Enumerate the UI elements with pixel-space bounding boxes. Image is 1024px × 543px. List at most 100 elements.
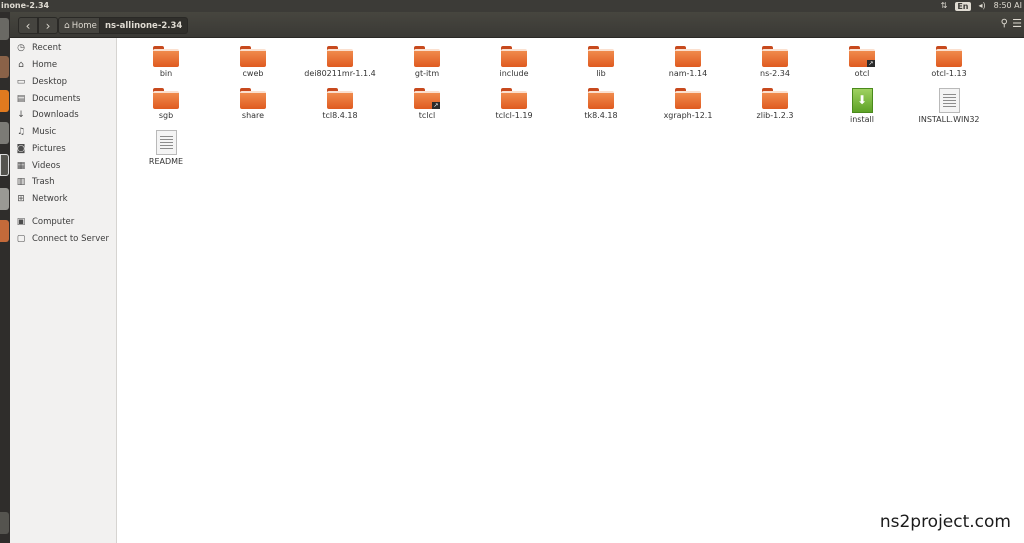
launcher-item-app[interactable] <box>0 188 9 210</box>
file-item-tk8-4-18[interactable]: tk8.4.18 <box>556 88 646 120</box>
clock-time[interactable]: 8:50 AI <box>994 0 1022 12</box>
file-name: tcl8.4.18 <box>322 111 358 120</box>
folder-icon <box>501 46 527 67</box>
sidebar-item-label: Trash <box>32 177 55 187</box>
file-item-lib[interactable]: lib <box>556 46 646 78</box>
folder-icon <box>762 88 788 109</box>
keyboard-layout-indicator[interactable]: En <box>955 1 971 11</box>
folder-icon <box>675 88 701 109</box>
file-name: INSTALL.WIN32 <box>918 115 980 124</box>
server-icon: ▢ <box>16 234 26 244</box>
file-item-readme[interactable]: README <box>121 130 211 166</box>
launcher-item-dash[interactable] <box>0 18 9 40</box>
computer-icon: ▣ <box>16 217 26 227</box>
file-item-install[interactable]: ⬇ install <box>817 88 907 124</box>
launcher-item-files[interactable] <box>0 56 9 78</box>
file-item-include[interactable]: include <box>469 46 559 78</box>
file-item-dei80211mr-1-1-4[interactable]: dei80211mr-1.1.4 <box>295 46 385 78</box>
sidebar-item-documents[interactable]: ▤ Documents <box>10 91 116 107</box>
sidebar-item-label: Downloads <box>32 110 79 120</box>
folder-icon <box>588 46 614 67</box>
breadcrumb-current[interactable]: ns-allinone-2.34 <box>99 17 189 34</box>
file-grid: bin cweb dei80211mr-1.1.4 gt-itm include lib n… <box>118 38 1024 543</box>
file-name: share <box>241 111 265 120</box>
file-item-nam-1-14[interactable]: nam-1.14 <box>643 46 733 78</box>
file-name: cweb <box>242 69 264 78</box>
search-icon[interactable]: ⚲ <box>1001 18 1008 29</box>
sidebar-item-music[interactable]: ♫ Music <box>10 124 116 140</box>
camera-icon: ◙ <box>16 144 26 154</box>
file-name: nam-1.14 <box>668 69 708 78</box>
file-name: lib <box>596 69 606 78</box>
sidebar-item-home[interactable]: ⌂ Home <box>10 57 116 73</box>
sidebar-item-computer[interactable]: ▣ Computer <box>10 214 116 230</box>
folder-icon <box>588 88 614 109</box>
home-icon: ⌂ <box>64 21 70 31</box>
sidebar-item-label: Computer <box>32 217 75 227</box>
forward-button[interactable]: › <box>38 17 58 34</box>
sidebar-item-videos[interactable]: ▦ Videos <box>10 158 116 174</box>
sidebar-item-label: Recent <box>32 43 62 53</box>
sidebar-item-label: Desktop <box>32 77 68 87</box>
file-item-otcl-1-13[interactable]: otcl-1.13 <box>904 46 994 78</box>
folder-link-icon: ↗ <box>849 46 875 67</box>
clock-icon: ◷ <box>17 43 25 53</box>
sidebar-item-label: Network <box>32 194 68 204</box>
sidebar-item-label: Connect to Server <box>32 234 109 244</box>
file-item-cweb[interactable]: cweb <box>208 46 298 78</box>
sidebar-item-label: Pictures <box>32 144 66 154</box>
launcher-item-software[interactable] <box>0 220 9 242</box>
back-button[interactable]: ‹ <box>18 17 38 34</box>
download-icon: ↓ <box>17 110 25 120</box>
file-item-bin[interactable]: bin <box>121 46 211 78</box>
file-item-install-win32[interactable]: INSTALL.WIN32 <box>904 88 994 124</box>
file-item-otcl[interactable]: ↗ otcl <box>817 46 907 78</box>
file-item-zlib-1-2-3[interactable]: zlib-1.2.3 <box>730 88 820 120</box>
folder-icon <box>936 46 962 67</box>
unity-launcher <box>0 12 10 543</box>
file-name: otcl-1.13 <box>931 69 967 78</box>
file-name: sgb <box>158 111 174 120</box>
launcher-item-terminal[interactable] <box>0 154 9 176</box>
file-name: tclcl <box>418 111 436 120</box>
file-item-sgb[interactable]: sgb <box>121 88 211 120</box>
text-document-icon <box>938 88 960 113</box>
chevron-right-icon: › <box>45 19 51 33</box>
speaker-icon[interactable]: ◂) <box>979 0 986 12</box>
launcher-item-trash[interactable] <box>0 512 9 534</box>
folder-icon <box>240 88 266 109</box>
sidebar-item-network[interactable]: ⊞ Network <box>10 191 116 207</box>
breadcrumb-home-label: Home <box>71 21 97 31</box>
network-icon: ⊞ <box>17 194 25 204</box>
sidebar-item-downloads[interactable]: ↓ Downloads <box>10 107 116 123</box>
sidebar-item-pictures[interactable]: ◙ Pictures <box>10 141 116 157</box>
launcher-item-firefox[interactable] <box>0 90 9 112</box>
folder-icon <box>501 88 527 109</box>
file-name: tk8.4.18 <box>584 111 618 120</box>
folder-icon <box>675 46 701 67</box>
file-item-gt-itm[interactable]: gt-itm <box>382 46 472 78</box>
updown-arrows-icon[interactable]: ⇅ <box>941 0 948 12</box>
sidebar-item-desktop[interactable]: ▭ Desktop <box>10 74 116 90</box>
file-item-ns-2-34[interactable]: ns-2.34 <box>730 46 820 78</box>
file-item-tclcl-1-19[interactable]: tclcl-1.19 <box>469 88 559 120</box>
file-item-tclcl[interactable]: ↗ tclcl <box>382 88 472 120</box>
file-item-share[interactable]: share <box>208 88 298 120</box>
menu-icon[interactable]: ☰ <box>1012 17 1022 30</box>
system-tray: ⇅ En ◂) 8:50 AI <box>941 0 1024 12</box>
folder-link-icon: ↗ <box>414 88 440 109</box>
sidebar-item-connect-to-server[interactable]: ▢ Connect to Server <box>10 231 116 247</box>
film-icon: ▦ <box>16 161 26 171</box>
folder-icon <box>327 88 353 109</box>
sidebar-item-trash[interactable]: ▥ Trash <box>10 174 116 190</box>
file-name: ns-2.34 <box>760 69 790 78</box>
file-name: otcl <box>854 69 870 78</box>
places-sidebar: ◷ Recent ⌂ Home ▭ Desktop ▤ Documents ↓ Downloads… <box>10 38 117 543</box>
file-item-tcl8-4-18[interactable]: tcl8.4.18 <box>295 88 385 120</box>
sidebar-item-recent[interactable]: ◷ Recent <box>10 40 116 56</box>
breadcrumb-home[interactable]: ⌂ Home <box>58 17 103 34</box>
launcher-item-settings[interactable] <box>0 122 9 144</box>
trash-icon: ▥ <box>16 177 26 187</box>
file-item-xgraph-12-1[interactable]: xgraph-12.1 <box>643 88 733 120</box>
file-name: README <box>148 157 184 166</box>
